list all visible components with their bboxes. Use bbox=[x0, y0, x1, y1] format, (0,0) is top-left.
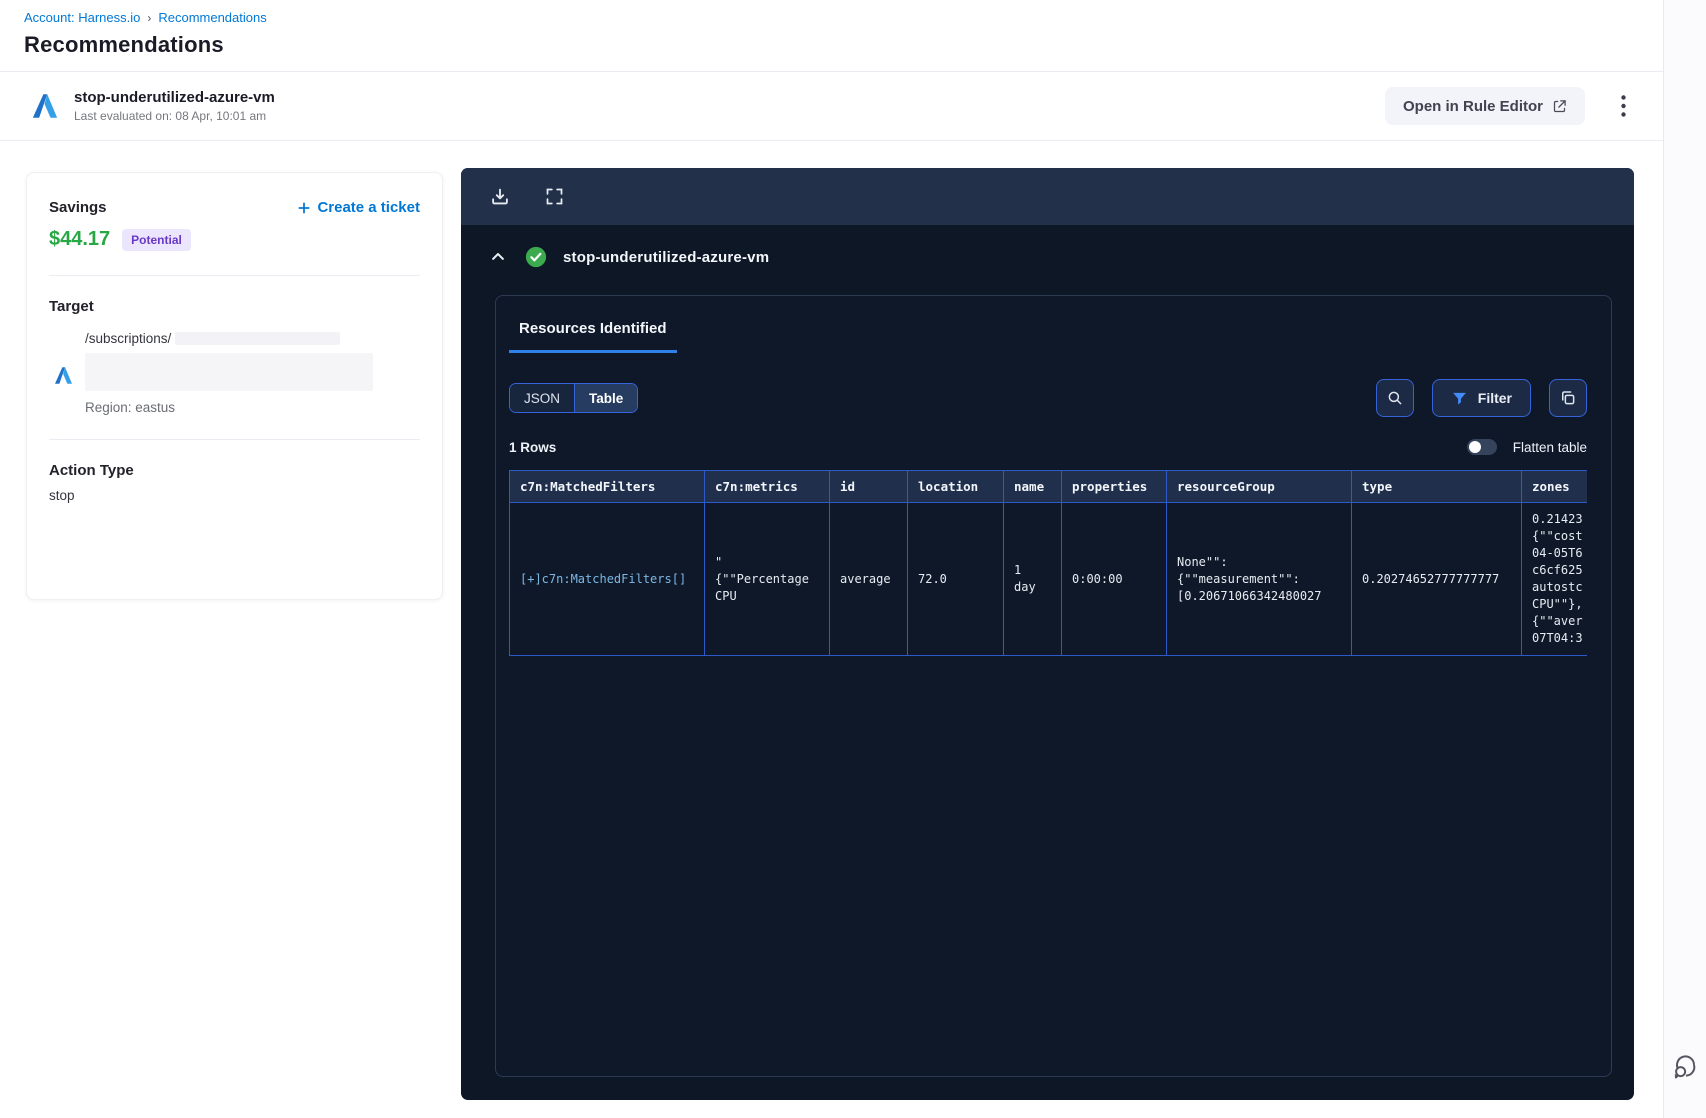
resources-panel: stop-underutilized-azure-vm Resources Id… bbox=[461, 168, 1634, 1100]
content-right-divider bbox=[1663, 0, 1664, 1118]
view-table-button[interactable]: Table bbox=[574, 384, 638, 412]
filter-button[interactable]: Filter bbox=[1431, 379, 1531, 417]
cell-id: average bbox=[829, 502, 908, 656]
panel-toolbar bbox=[461, 168, 1634, 225]
details-card: Savings Create a ticket $44.17 Potential… bbox=[26, 172, 443, 600]
panel-recommendation-name: stop-underutilized-azure-vm bbox=[563, 248, 770, 266]
redacted-resource-block bbox=[85, 353, 373, 391]
action-type-label: Action Type bbox=[49, 462, 134, 479]
divider bbox=[49, 275, 420, 276]
flatten-table-label: Flatten table bbox=[1512, 439, 1587, 455]
col-header-metrics: c7n:metrics bbox=[704, 470, 830, 503]
breadcrumb-account-link[interactable]: Account: Harness.io bbox=[24, 10, 140, 25]
cell-resource-group: None"": {""measurement"": [0.20671066342… bbox=[1166, 502, 1352, 656]
resources-table: c7n:MatchedFilters c7n:metrics id locati… bbox=[509, 470, 1587, 656]
col-header-type: type bbox=[1351, 470, 1522, 503]
resources-table-container: c7n:MatchedFilters c7n:metrics id locati… bbox=[509, 470, 1587, 656]
breadcrumb-current-link[interactable]: Recommendations bbox=[158, 10, 266, 25]
create-ticket-button[interactable]: Create a ticket bbox=[297, 199, 420, 216]
cell-matched-filters: [+]c7n:MatchedFilters[] bbox=[509, 502, 705, 656]
col-header-resource-group: resourceGroup bbox=[1166, 470, 1352, 503]
redacted-text-bar bbox=[175, 332, 341, 345]
recommendation-last-evaluated: Last evaluated on: 08 Apr, 10:01 am bbox=[74, 109, 267, 123]
target-label: Target bbox=[49, 298, 94, 315]
recommendation-header: stop-underutilized-azure-vm Last evaluat… bbox=[0, 72, 1663, 141]
savings-amount: $44.17 bbox=[49, 228, 111, 250]
col-header-matched-filters: c7n:MatchedFilters bbox=[509, 470, 705, 503]
flatten-table-toggle[interactable] bbox=[1466, 439, 1497, 455]
chat-launcher-button[interactable] bbox=[1668, 1052, 1700, 1084]
view-json-button[interactable]: JSON bbox=[510, 384, 575, 412]
download-icon bbox=[492, 188, 508, 204]
page-title: Recommendations bbox=[24, 32, 224, 57]
resources-identified-card: Resources Identified JSON Table Filter 1… bbox=[495, 295, 1612, 1077]
target-path: /subscriptions/ bbox=[85, 331, 420, 346]
matched-filters-expander[interactable]: [+]c7n:MatchedFilters[] bbox=[520, 572, 686, 586]
azure-icon-small bbox=[55, 367, 72, 384]
action-type-value: stop bbox=[49, 488, 75, 503]
rows-count: 1 Rows bbox=[509, 439, 557, 455]
cell-type: 0.20274652777777777 bbox=[1351, 502, 1522, 656]
open-rule-editor-button[interactable]: Open in Rule Editor bbox=[1384, 87, 1585, 125]
top-header: Account: Harness.io › Recommendations Re… bbox=[0, 0, 1663, 72]
create-ticket-label: Create a ticket bbox=[317, 199, 420, 216]
panel-title-row: stop-underutilized-azure-vm bbox=[461, 225, 1634, 289]
col-header-id: id bbox=[829, 470, 908, 503]
breadcrumb-separator-icon: › bbox=[147, 10, 152, 25]
target-region: Region: eastus bbox=[85, 400, 176, 415]
success-check-icon bbox=[525, 246, 547, 268]
right-rail bbox=[1664, 0, 1706, 1118]
cell-name: 1 day bbox=[1003, 502, 1062, 656]
table-row: [+]c7n:MatchedFilters[] " {""Percentage … bbox=[509, 502, 1587, 656]
filter-label: Filter bbox=[1477, 390, 1512, 406]
kebab-icon bbox=[1620, 95, 1626, 117]
open-rule-editor-label: Open in Rule Editor bbox=[1402, 97, 1543, 115]
external-link-icon bbox=[1553, 99, 1566, 112]
cell-location: 72.0 bbox=[907, 502, 1004, 656]
target-path-text: /subscriptions/ bbox=[85, 331, 172, 346]
more-options-kebab-button[interactable] bbox=[1611, 91, 1635, 121]
chat-bubbles-icon bbox=[1674, 1055, 1696, 1079]
search-icon bbox=[1388, 391, 1402, 405]
filter-funnel-icon bbox=[1452, 392, 1466, 405]
recommendation-name: stop-underutilized-azure-vm bbox=[74, 89, 275, 106]
chevron-up-icon bbox=[492, 253, 504, 260]
col-header-location: location bbox=[907, 470, 1004, 503]
search-button[interactable] bbox=[1375, 379, 1414, 417]
col-header-zones: zones bbox=[1521, 470, 1587, 503]
copy-button[interactable] bbox=[1549, 379, 1587, 417]
divider bbox=[49, 439, 420, 440]
azure-icon bbox=[32, 94, 58, 118]
cell-zones: 0.21423 {""cost 04-05T6 c6cf625 autostc … bbox=[1521, 502, 1587, 656]
page: Account: Harness.io › Recommendations Re… bbox=[0, 0, 1706, 1118]
savings-potential-badge: Potential bbox=[122, 228, 191, 251]
col-header-name: name bbox=[1003, 470, 1062, 503]
toggle-knob bbox=[1468, 441, 1481, 453]
breadcrumb: Account: Harness.io › Recommendations bbox=[24, 10, 1639, 25]
download-button[interactable] bbox=[487, 184, 513, 210]
savings-label: Savings bbox=[49, 199, 107, 216]
copy-icon bbox=[1562, 391, 1575, 405]
cell-metrics: " {""Percentage CPU bbox=[704, 502, 830, 656]
col-header-properties: properties bbox=[1061, 470, 1167, 503]
view-mode-toggle: JSON Table bbox=[509, 383, 639, 413]
collapse-section-button[interactable] bbox=[487, 246, 509, 268]
tab-resources-identified[interactable]: Resources Identified bbox=[509, 314, 677, 353]
cell-properties: 0:00:00 bbox=[1061, 502, 1167, 656]
plus-icon bbox=[298, 201, 310, 214]
fullscreen-button[interactable] bbox=[541, 184, 567, 210]
fullscreen-icon bbox=[546, 188, 562, 205]
table-header-row: c7n:MatchedFilters c7n:metrics id locati… bbox=[509, 470, 1587, 503]
